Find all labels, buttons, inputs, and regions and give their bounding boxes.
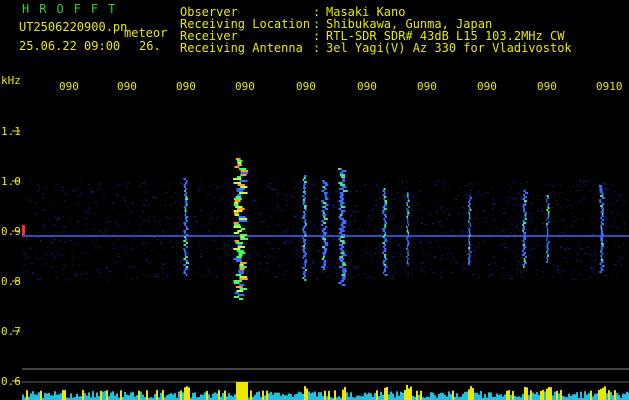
hrofft-display: HROFFT UT2506220900.pn meteor 25.06.22 0…	[0, 0, 629, 400]
time-tick: 090	[117, 80, 137, 93]
file-name: UT2506220900.pn	[19, 20, 128, 34]
time-tick: 090	[537, 80, 557, 93]
freq-tick: 0.7	[1, 325, 21, 338]
time-tick: 090	[176, 80, 196, 93]
meteor-traces	[22, 158, 605, 300]
freq-tick: 0.9	[1, 225, 21, 238]
time-tick: 090	[357, 80, 377, 93]
tick-marks	[12, 130, 20, 382]
date-time: 25.06.22 09:00	[19, 39, 121, 53]
activity-peaks	[22, 382, 629, 400]
time-tick: 090	[477, 80, 497, 93]
time-tick: 090	[296, 80, 316, 93]
freq-tick: 1.1	[1, 125, 21, 138]
time-tick: 090	[235, 80, 255, 93]
time-tick: 090	[417, 80, 437, 93]
time-tick: 090	[59, 80, 79, 93]
spectrogram	[12, 130, 629, 400]
meteor-count: 26.	[139, 39, 161, 53]
freq-tick: 0.8	[1, 275, 21, 288]
unit-label: kHz	[1, 74, 21, 87]
value-antenna: 3el Yagi(V) Az 330 for Vladivostok	[326, 41, 572, 55]
colon-antenna: :	[313, 41, 321, 55]
brand-title: HROFFT	[22, 2, 126, 16]
freq-tick: 0.6	[1, 375, 21, 388]
time-tick: 0910	[596, 80, 623, 93]
label-antenna: Receiving Antenna	[180, 41, 303, 55]
mode-label: meteor	[124, 26, 168, 40]
freq-tick: 1.0	[1, 175, 21, 188]
